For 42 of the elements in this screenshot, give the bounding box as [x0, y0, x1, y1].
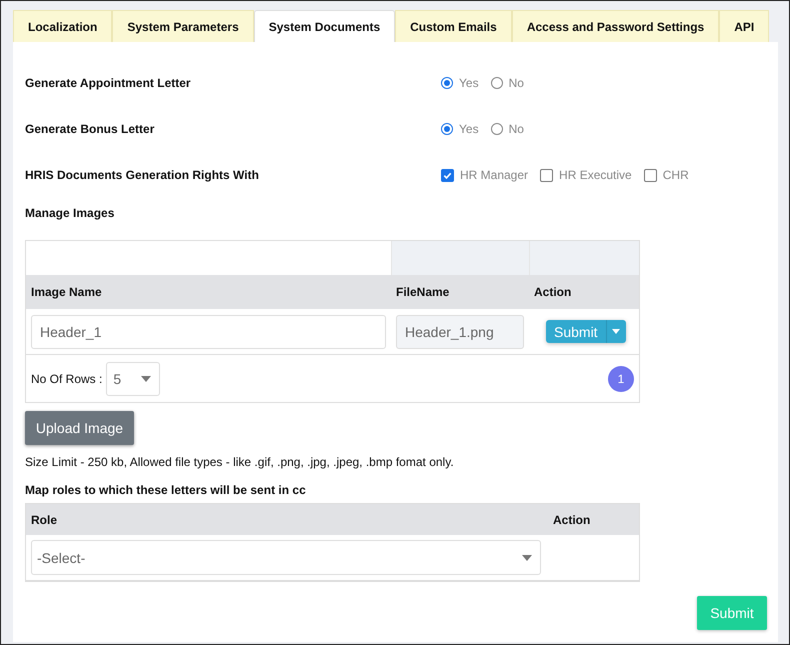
- tab[interactable]: Custom Emails: [395, 10, 512, 42]
- radio-button[interactable]: [490, 123, 503, 135]
- role-select[interactable]: -Select-: [31, 540, 541, 575]
- file-name-field[interactable]: Header_1.png: [396, 314, 524, 348]
- caret-icon: [612, 329, 620, 334]
- option-label: Yes: [459, 76, 479, 90]
- setting-label: Generate Bonus Letter: [25, 122, 156, 136]
- radio-button[interactable]: [441, 77, 453, 89]
- option-label: No: [508, 76, 524, 90]
- setting-label: Generate Appointment Letter: [25, 76, 192, 90]
- caret-icon: [141, 376, 152, 382]
- tab[interactable]: Localization: [13, 10, 112, 42]
- option-label: No: [508, 122, 524, 136]
- rows-select[interactable]: 5: [106, 362, 160, 396]
- option-label: HR Manager: [460, 168, 528, 182]
- checkbox[interactable]: [644, 168, 657, 182]
- upload-image-button[interactable]: Upload Image: [25, 411, 134, 445]
- option-label: CHR: [662, 168, 689, 182]
- tab[interactable]: Access and Password Settings: [512, 10, 720, 42]
- column-header: FileName: [396, 285, 450, 299]
- column-header: Role: [31, 512, 58, 526]
- column-header: Action: [553, 512, 590, 526]
- image-name-field[interactable]: Header_1: [31, 314, 386, 348]
- setting-label: HRIS Documents Generation Rights With: [25, 168, 260, 182]
- option-label: HR Executive: [559, 168, 632, 182]
- option-label: Yes: [459, 122, 479, 136]
- rows-label: No Of Rows :: [31, 372, 102, 386]
- dropdown-toggle[interactable]: [606, 320, 626, 343]
- column-header: Action: [534, 285, 572, 299]
- tab[interactable]: System Documents: [254, 10, 396, 42]
- section-heading: Map roles to which these letters will be sent in cc: [25, 483, 307, 497]
- page-button[interactable]: 1: [608, 366, 634, 392]
- section-heading: Manage Images: [25, 206, 116, 220]
- caret-icon: [522, 554, 532, 560]
- checkbox[interactable]: [441, 168, 454, 182]
- tab[interactable]: System Parameters: [112, 10, 254, 42]
- radio-button[interactable]: [490, 77, 503, 89]
- tab[interactable]: API: [719, 10, 770, 42]
- column-header: Image Name: [31, 285, 102, 299]
- radio-button[interactable]: [441, 123, 453, 135]
- size-note: Size Limit - 250 kb, Allowed file types - like .gif, .png, .jpg, .jpeg, .bmp fomat only.: [25, 455, 455, 469]
- checkbox[interactable]: [540, 168, 554, 182]
